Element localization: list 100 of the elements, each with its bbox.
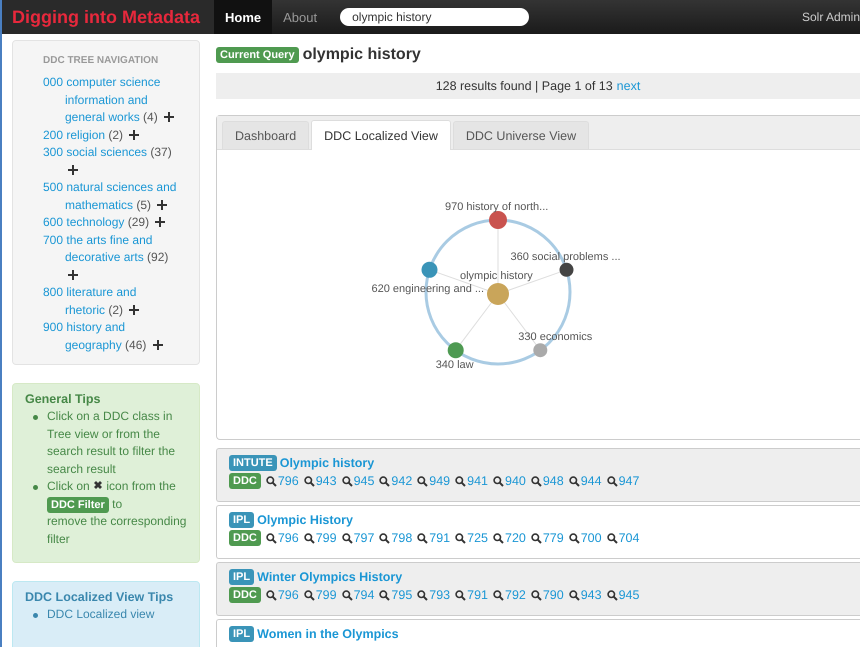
- search-icon: [568, 590, 580, 600]
- tab[interactable]: Dashboard: [222, 121, 310, 149]
- ddc-code-link[interactable]: 943: [304, 474, 337, 488]
- node-label: 970 history of north...: [445, 201, 548, 213]
- search-icon: [417, 476, 428, 486]
- ddc-code-link[interactable]: 942: [379, 474, 412, 488]
- tip-text: icon from: [106, 479, 156, 493]
- search-icon: [342, 590, 353, 600]
- tab[interactable]: DDC Universe View: [452, 121, 590, 149]
- ddc-code-link[interactable]: 795: [379, 588, 412, 602]
- bullet-icon: [33, 415, 38, 420]
- tree-link[interactable]: 600 technology (29): [43, 214, 179, 232]
- tip-text: the: [159, 479, 176, 493]
- query-label: Current Query: [216, 47, 299, 63]
- ddc-code-link[interactable]: 798: [379, 531, 412, 545]
- search-icon: [342, 532, 353, 544]
- graph-node[interactable]: [422, 262, 438, 278]
- graph-node[interactable]: [489, 211, 507, 229]
- graph-node[interactable]: [560, 262, 574, 277]
- search-icon: [304, 476, 315, 486]
- ddc-code-link[interactable]: 944: [568, 474, 602, 488]
- expand-icon[interactable]: [129, 130, 140, 140]
- graph-node[interactable]: [533, 343, 548, 358]
- node-label: 340 law: [436, 359, 474, 372]
- search-icon: [455, 590, 466, 600]
- ddc-code-link[interactable]: 779: [530, 531, 564, 545]
- ddc-code-link[interactable]: 799: [304, 588, 337, 602]
- tab[interactable]: DDC Localized View: [311, 120, 451, 150]
- ddc-code-link[interactable]: 796: [266, 531, 299, 545]
- search-field[interactable]: olympic history: [340, 8, 530, 26]
- expand-icon[interactable]: [129, 304, 140, 314]
- search-icon: [455, 476, 466, 486]
- tree-link[interactable]: 500 natural sciences and mathematics (5): [43, 179, 179, 214]
- panel-heading: DDC TREE NAVIGATION: [43, 55, 160, 66]
- ddc-code-link[interactable]: 704: [606, 531, 640, 545]
- ddc-code-link[interactable]: 700: [568, 531, 602, 545]
- node-label: olympic history: [460, 270, 533, 282]
- expand-icon[interactable]: [155, 217, 166, 227]
- search-icon: [266, 590, 277, 600]
- search-icon: [606, 590, 618, 600]
- search-icon: [379, 590, 390, 600]
- ddc-code-link[interactable]: 945: [606, 588, 640, 602]
- tip-text: Click on: [47, 479, 90, 493]
- search-icon: [493, 590, 504, 600]
- expand-icon[interactable]: [157, 200, 168, 210]
- search-icon: [493, 476, 504, 486]
- filter-label: DDC Filter: [47, 496, 109, 512]
- result-link[interactable]: Olympic History: [257, 513, 353, 527]
- graph-node[interactable]: [448, 342, 464, 358]
- search-icon: [379, 476, 390, 486]
- graph-node[interactable]: [487, 283, 509, 305]
- tree-link[interactable]: 000 computer science information and general works (4): [43, 74, 179, 126]
- next-link[interactable]: next: [616, 79, 640, 93]
- ddc-code-link[interactable]: 791: [455, 588, 488, 602]
- search-icon: [342, 476, 353, 486]
- ddc-code-link[interactable]: 792: [493, 588, 526, 602]
- tips-title: DDC Localized View Tips: [25, 590, 174, 604]
- node-label: 330 economics: [518, 331, 592, 344]
- nav-link[interactable]: Home: [214, 0, 272, 34]
- ddc-code-link[interactable]: 943: [568, 588, 602, 602]
- ddc-code-link[interactable]: 948: [530, 474, 564, 488]
- expand-icon[interactable]: [152, 340, 163, 350]
- ddc-label: DDC: [229, 587, 261, 603]
- ddc-code-link[interactable]: 796: [266, 588, 299, 602]
- ddc-label: DDC: [229, 473, 261, 489]
- ddc-code-link[interactable]: 941: [455, 474, 488, 488]
- search-icon: [568, 476, 580, 486]
- ddc-code-link[interactable]: 797: [342, 531, 374, 545]
- search-icon: [379, 532, 390, 544]
- site-logo[interactable]: Digging into Metadata: [2, 0, 214, 34]
- ddc-code-link[interactable]: 947: [606, 474, 640, 488]
- ddc-code-link[interactable]: 799: [304, 531, 337, 545]
- ddc-code-link[interactable]: 794: [342, 588, 374, 602]
- ddc-code-link[interactable]: 790: [530, 588, 564, 602]
- tree-link[interactable]: 900 history and geography (46): [43, 319, 179, 354]
- ddc-code-link[interactable]: 793: [417, 588, 450, 602]
- source-label: IPL: [229, 512, 254, 528]
- search-icon: [606, 532, 618, 544]
- nav-link[interactable]: About: [272, 0, 328, 34]
- ddc-code-link[interactable]: 796: [266, 474, 299, 488]
- ddc-code-link[interactable]: 949: [417, 474, 450, 488]
- nav-link[interactable]: Solr Admin: [802, 10, 860, 24]
- tree-link[interactable]: 800 literature and rhetoric (2): [43, 284, 179, 319]
- expand-icon[interactable]: [68, 164, 78, 174]
- result-link[interactable]: Olympic history: [280, 456, 374, 470]
- result-link[interactable]: Women in the Olympics: [257, 627, 399, 641]
- results-summary: 128 results found | Page 1 of 13: [436, 79, 613, 93]
- tree-link[interactable]: 700 the arts fine and decorative arts (92): [43, 232, 179, 284]
- ddc-code-link[interactable]: 725: [455, 531, 488, 545]
- ddc-code-link[interactable]: 791: [417, 531, 450, 545]
- ddc-code-link[interactable]: 945: [342, 474, 374, 488]
- search-icon: [266, 532, 277, 544]
- tree-link[interactable]: 200 religion (2): [43, 126, 179, 144]
- tree-link[interactable]: 300 social sciences (37): [43, 144, 179, 179]
- ddc-code-link[interactable]: 940: [493, 474, 526, 488]
- result-link[interactable]: Winter Olympics History: [257, 570, 402, 584]
- search-icon: [493, 532, 504, 544]
- ddc-code-link[interactable]: 720: [493, 531, 526, 545]
- expand-icon[interactable]: [164, 112, 174, 122]
- expand-icon[interactable]: [68, 270, 78, 280]
